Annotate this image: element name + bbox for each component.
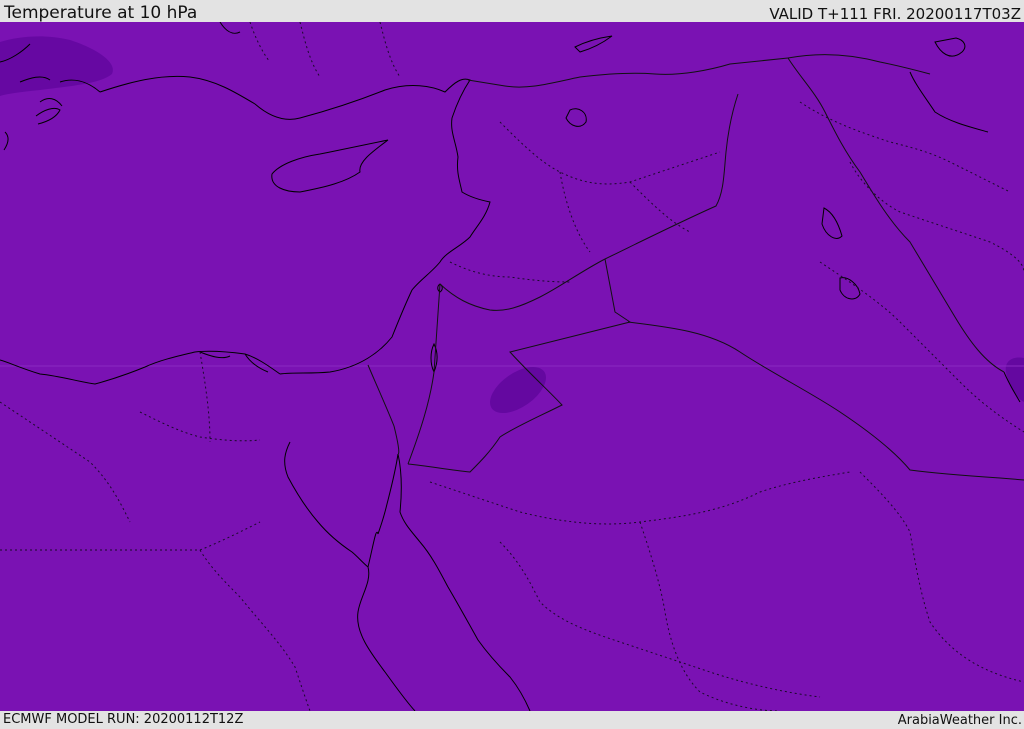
model-run-label: ECMWF MODEL RUN: 20200112T12Z — [3, 712, 244, 727]
footer-bar: ECMWF MODEL RUN: 20200112T12Z ArabiaWeat… — [0, 711, 1024, 729]
map-svg — [0, 22, 1024, 711]
credit-label: ArabiaWeather Inc. — [897, 713, 1022, 728]
header-bar: Temperature at 10 hPa VALID T+111 FRI. 2… — [0, 0, 1024, 23]
valid-time: VALID T+111 FRI. 20200117T03Z — [769, 5, 1021, 23]
map-frame: Temperature at 10 hPa VALID T+111 FRI. 2… — [0, 0, 1024, 729]
map-title: Temperature at 10 hPa — [4, 3, 198, 23]
map-canvas — [0, 22, 1024, 711]
